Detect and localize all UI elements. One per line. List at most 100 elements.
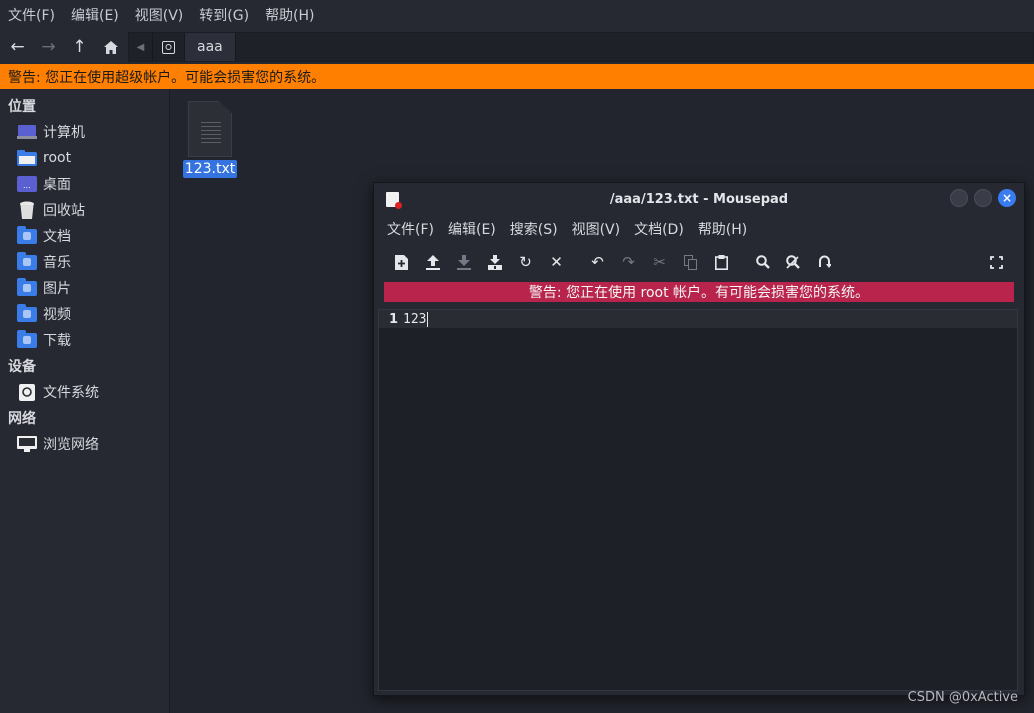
- copy-button[interactable]: [675, 248, 706, 276]
- mp-menu-file[interactable]: 文件(F): [380, 219, 441, 239]
- sidebar-item-label: 计算机: [43, 125, 85, 141]
- scissors-icon: ✂: [653, 253, 666, 271]
- sidebar-item-downloads[interactable]: 下载: [0, 327, 169, 353]
- path-scroll-left-button[interactable]: ◀: [129, 33, 153, 61]
- open-file-button[interactable]: [417, 248, 448, 276]
- network-icon: [16, 435, 38, 453]
- line-number: 1: [388, 311, 398, 327]
- fm-menu-help[interactable]: 帮助(H): [257, 5, 322, 25]
- fm-menu-view[interactable]: 视图(V): [127, 5, 192, 25]
- fm-toolbar: ← → ↑ ◀ aaa: [0, 30, 1034, 64]
- sidebar-item-label: 回收站: [43, 203, 85, 219]
- fm-menu-edit[interactable]: 编辑(E): [63, 5, 127, 25]
- sidebar-item-label: 桌面: [43, 177, 71, 193]
- pictures-folder-icon: [16, 277, 38, 297]
- sidebar-heading-devices: 设备: [8, 359, 36, 375]
- path-root-button[interactable]: [153, 33, 185, 61]
- sidebar-item-videos[interactable]: 视频: [0, 301, 169, 327]
- videos-folder-icon: [16, 303, 38, 323]
- computer-icon: [16, 123, 38, 141]
- sidebar-item-browse-network[interactable]: 浏览网络: [0, 431, 169, 457]
- drive-icon: [162, 40, 175, 54]
- save-as-icon: [487, 254, 502, 270]
- arrow-right-icon: →: [41, 37, 56, 57]
- path-crumb-aaa[interactable]: aaa: [185, 33, 236, 61]
- back-button[interactable]: ←: [2, 33, 33, 61]
- sidebar-item-label: 下载: [43, 333, 71, 349]
- reload-button[interactable]: ↻: [510, 248, 541, 276]
- mp-menu-view[interactable]: 视图(V): [565, 219, 628, 239]
- sidebar-item-label: 视频: [43, 307, 71, 323]
- fm-menu-go[interactable]: 转到(G): [191, 5, 257, 25]
- sidebar-heading-network: 网络: [8, 411, 36, 427]
- mousepad-titlebar[interactable]: /aaa/123.txt - Mousepad ×: [374, 183, 1024, 215]
- save-button[interactable]: [448, 248, 479, 276]
- sidebar-item-computer[interactable]: 计算机: [0, 119, 169, 145]
- upload-icon: [425, 254, 440, 270]
- mp-menu-help[interactable]: 帮助(H): [691, 219, 754, 239]
- desktop-icon: ...: [16, 175, 38, 193]
- arrow-up-icon: ↑: [72, 37, 87, 57]
- fm-menubar: 文件(F) 编辑(E) 视图(V) 转到(G) 帮助(H): [0, 0, 1034, 30]
- sidebar-item-label: 音乐: [43, 255, 71, 271]
- fm-menu-file[interactable]: 文件(F): [0, 5, 63, 25]
- sidebar-item-desktop[interactable]: ... 桌面: [0, 171, 169, 197]
- sidebar-item-pictures[interactable]: 图片: [0, 275, 169, 301]
- new-document-button[interactable]: [386, 248, 417, 276]
- line-text: 123: [403, 311, 429, 327]
- mp-menu-search[interactable]: 搜索(S): [503, 219, 565, 239]
- home-folder-icon: [16, 149, 38, 167]
- maximize-button[interactable]: [974, 189, 992, 207]
- close-button[interactable]: ×: [998, 189, 1016, 207]
- sidebar-item-trash[interactable]: 回收站: [0, 197, 169, 223]
- home-button[interactable]: [95, 33, 126, 61]
- trash-icon: [16, 201, 38, 219]
- sidebar-item-label: root: [43, 150, 72, 166]
- sidebar-item-music[interactable]: 音乐: [0, 249, 169, 275]
- fullscreen-button[interactable]: [981, 248, 1012, 276]
- sidebar-item-filesystem[interactable]: 文件系统: [0, 379, 169, 405]
- close-icon: ✕: [550, 253, 563, 271]
- triangle-left-icon: ◀: [136, 41, 145, 53]
- redo-button[interactable]: ↷: [613, 248, 644, 276]
- find-replace-button[interactable]: [778, 248, 809, 276]
- clipboard-icon: [715, 254, 728, 270]
- text-file-icon: [188, 101, 232, 157]
- save-as-button[interactable]: [479, 248, 510, 276]
- go-to-line-button[interactable]: [809, 248, 840, 276]
- text-editor-area[interactable]: 1 123: [378, 309, 1018, 691]
- mp-menu-document[interactable]: 文档(D): [627, 219, 691, 239]
- paste-button[interactable]: [706, 248, 737, 276]
- copy-icon: [684, 254, 697, 270]
- downloads-folder-icon: [16, 329, 38, 349]
- window-buttons: ×: [950, 189, 1016, 207]
- root-warning-banner: 警告: 您正在使用超级帐户。可能会损害您的系统。: [0, 64, 1034, 89]
- file-name-label: 123.txt: [182, 160, 238, 178]
- text-cursor: [427, 311, 429, 327]
- sidebar-item-root[interactable]: root: [0, 145, 169, 171]
- mousepad-window: /aaa/123.txt - Mousepad × 文件(F) 编辑(E) 搜索…: [373, 182, 1025, 696]
- redo-icon: ↷: [622, 253, 635, 271]
- find-button[interactable]: [747, 248, 778, 276]
- close-document-button[interactable]: ✕: [541, 248, 572, 276]
- mp-menu-edit[interactable]: 编辑(E): [441, 219, 503, 239]
- undo-button[interactable]: ↶: [582, 248, 613, 276]
- forward-button[interactable]: →: [33, 33, 64, 61]
- find-replace-icon: [786, 255, 800, 269]
- mousepad-toolbar: ↻ ✕ ↶ ↷ ✂: [374, 243, 1024, 281]
- sidebar-item-documents[interactable]: 文档: [0, 223, 169, 249]
- arrow-left-icon: ←: [10, 37, 25, 57]
- mousepad-menubar: 文件(F) 编辑(E) 搜索(S) 视图(V) 文档(D) 帮助(H): [374, 215, 1024, 243]
- cut-button[interactable]: ✂: [644, 248, 675, 276]
- file-item-123-txt[interactable]: 123.txt: [182, 101, 238, 178]
- new-document-icon: [395, 254, 408, 270]
- minimize-button[interactable]: [950, 189, 968, 207]
- sidebar-item-label: 文档: [43, 229, 71, 245]
- home-icon: [103, 40, 118, 54]
- current-line: 1 123: [379, 310, 1017, 328]
- reload-icon: ↻: [519, 253, 532, 271]
- sidebar-item-label: 图片: [43, 281, 71, 297]
- fullscreen-icon: [990, 255, 1003, 269]
- parent-folder-button[interactable]: ↑: [64, 33, 95, 61]
- download-icon: [456, 254, 471, 270]
